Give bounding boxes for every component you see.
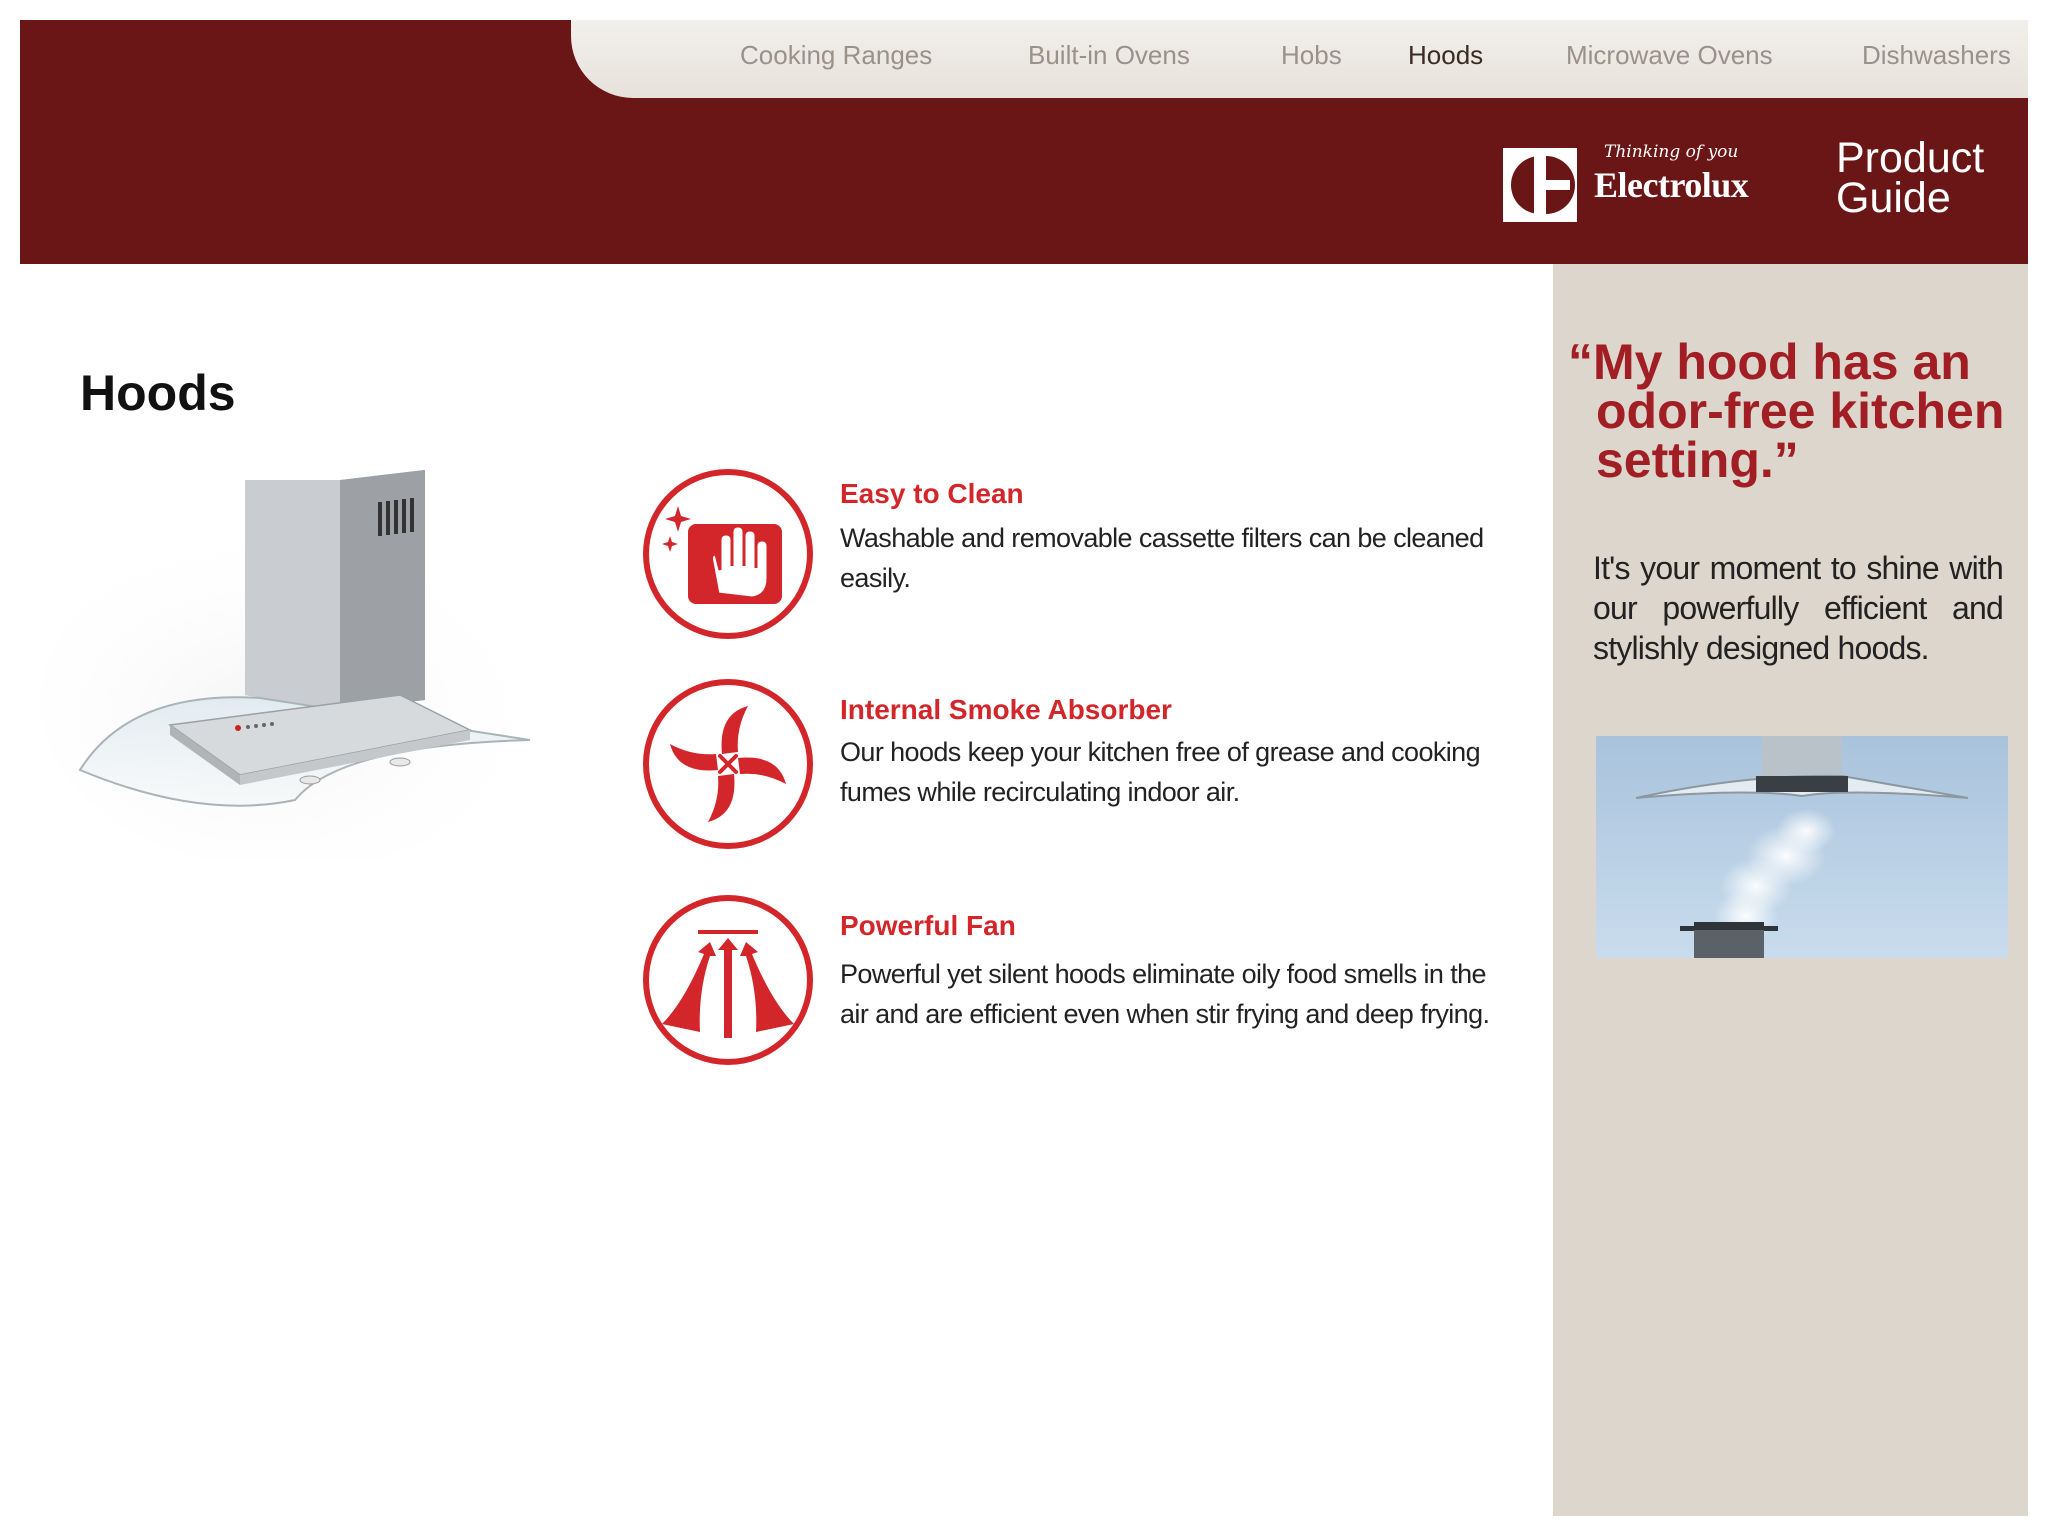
hood-product-image (40, 440, 560, 870)
page: Cooking Ranges Built-in Ovens Hobs Hoods… (0, 0, 2048, 1536)
electrolux-logo-icon (1503, 148, 1577, 222)
quote-line-1: “My hood has an (1568, 334, 1971, 390)
nav-microwave-ovens[interactable]: Microwave Ovens (1566, 40, 1773, 71)
brand-name: Electrolux (1594, 165, 1749, 205)
page-title: Hoods (80, 365, 236, 421)
top-nav: Cooking Ranges Built-in Ovens Hobs Hoods… (571, 20, 2028, 98)
nav-cooking-ranges[interactable]: Cooking Ranges (740, 40, 932, 71)
hood-steam-photo (1596, 736, 2008, 958)
smoke-absorber-icon (640, 676, 816, 852)
easy-clean-icon (640, 466, 816, 642)
product-guide-title: Product Guide (1836, 134, 1985, 222)
powerful-fan-icon (640, 892, 816, 1068)
feature-desc-easy-clean: Washable and removable cassette filters … (840, 523, 1484, 593)
quote-line-2: odor-free kitchen (1596, 383, 2005, 439)
feature-title-easy-clean: Easy to Clean (840, 478, 1024, 509)
side-description: It's your moment to shine with our power… (1593, 550, 2004, 666)
nav-hobs[interactable]: Hobs (1281, 40, 1342, 71)
feature-desc-powerful-fan: Powerful yet silent hoods eliminate oily… (840, 959, 1490, 1029)
quote-line-3: setting.” (1596, 432, 1799, 488)
guide-line-1: Product (1836, 134, 1985, 182)
guide-line-2: Guide (1836, 174, 1951, 222)
brand-tagline: Thinking of you (1604, 142, 1739, 162)
feature-title-powerful-fan: Powerful Fan (840, 910, 1016, 941)
testimonial-quote: “My hood has an odor-free kitchen settin… (1568, 334, 2028, 488)
feature-desc-smoke-absorber: Our hoods keep your kitchen free of grea… (840, 737, 1481, 807)
nav-dishwashers[interactable]: Dishwashers (1862, 40, 2011, 71)
feature-title-smoke-absorber: Internal Smoke Absorber (840, 694, 1172, 725)
nav-hoods[interactable]: Hoods (1408, 40, 1483, 71)
nav-built-in-ovens[interactable]: Built-in Ovens (1028, 40, 1190, 71)
